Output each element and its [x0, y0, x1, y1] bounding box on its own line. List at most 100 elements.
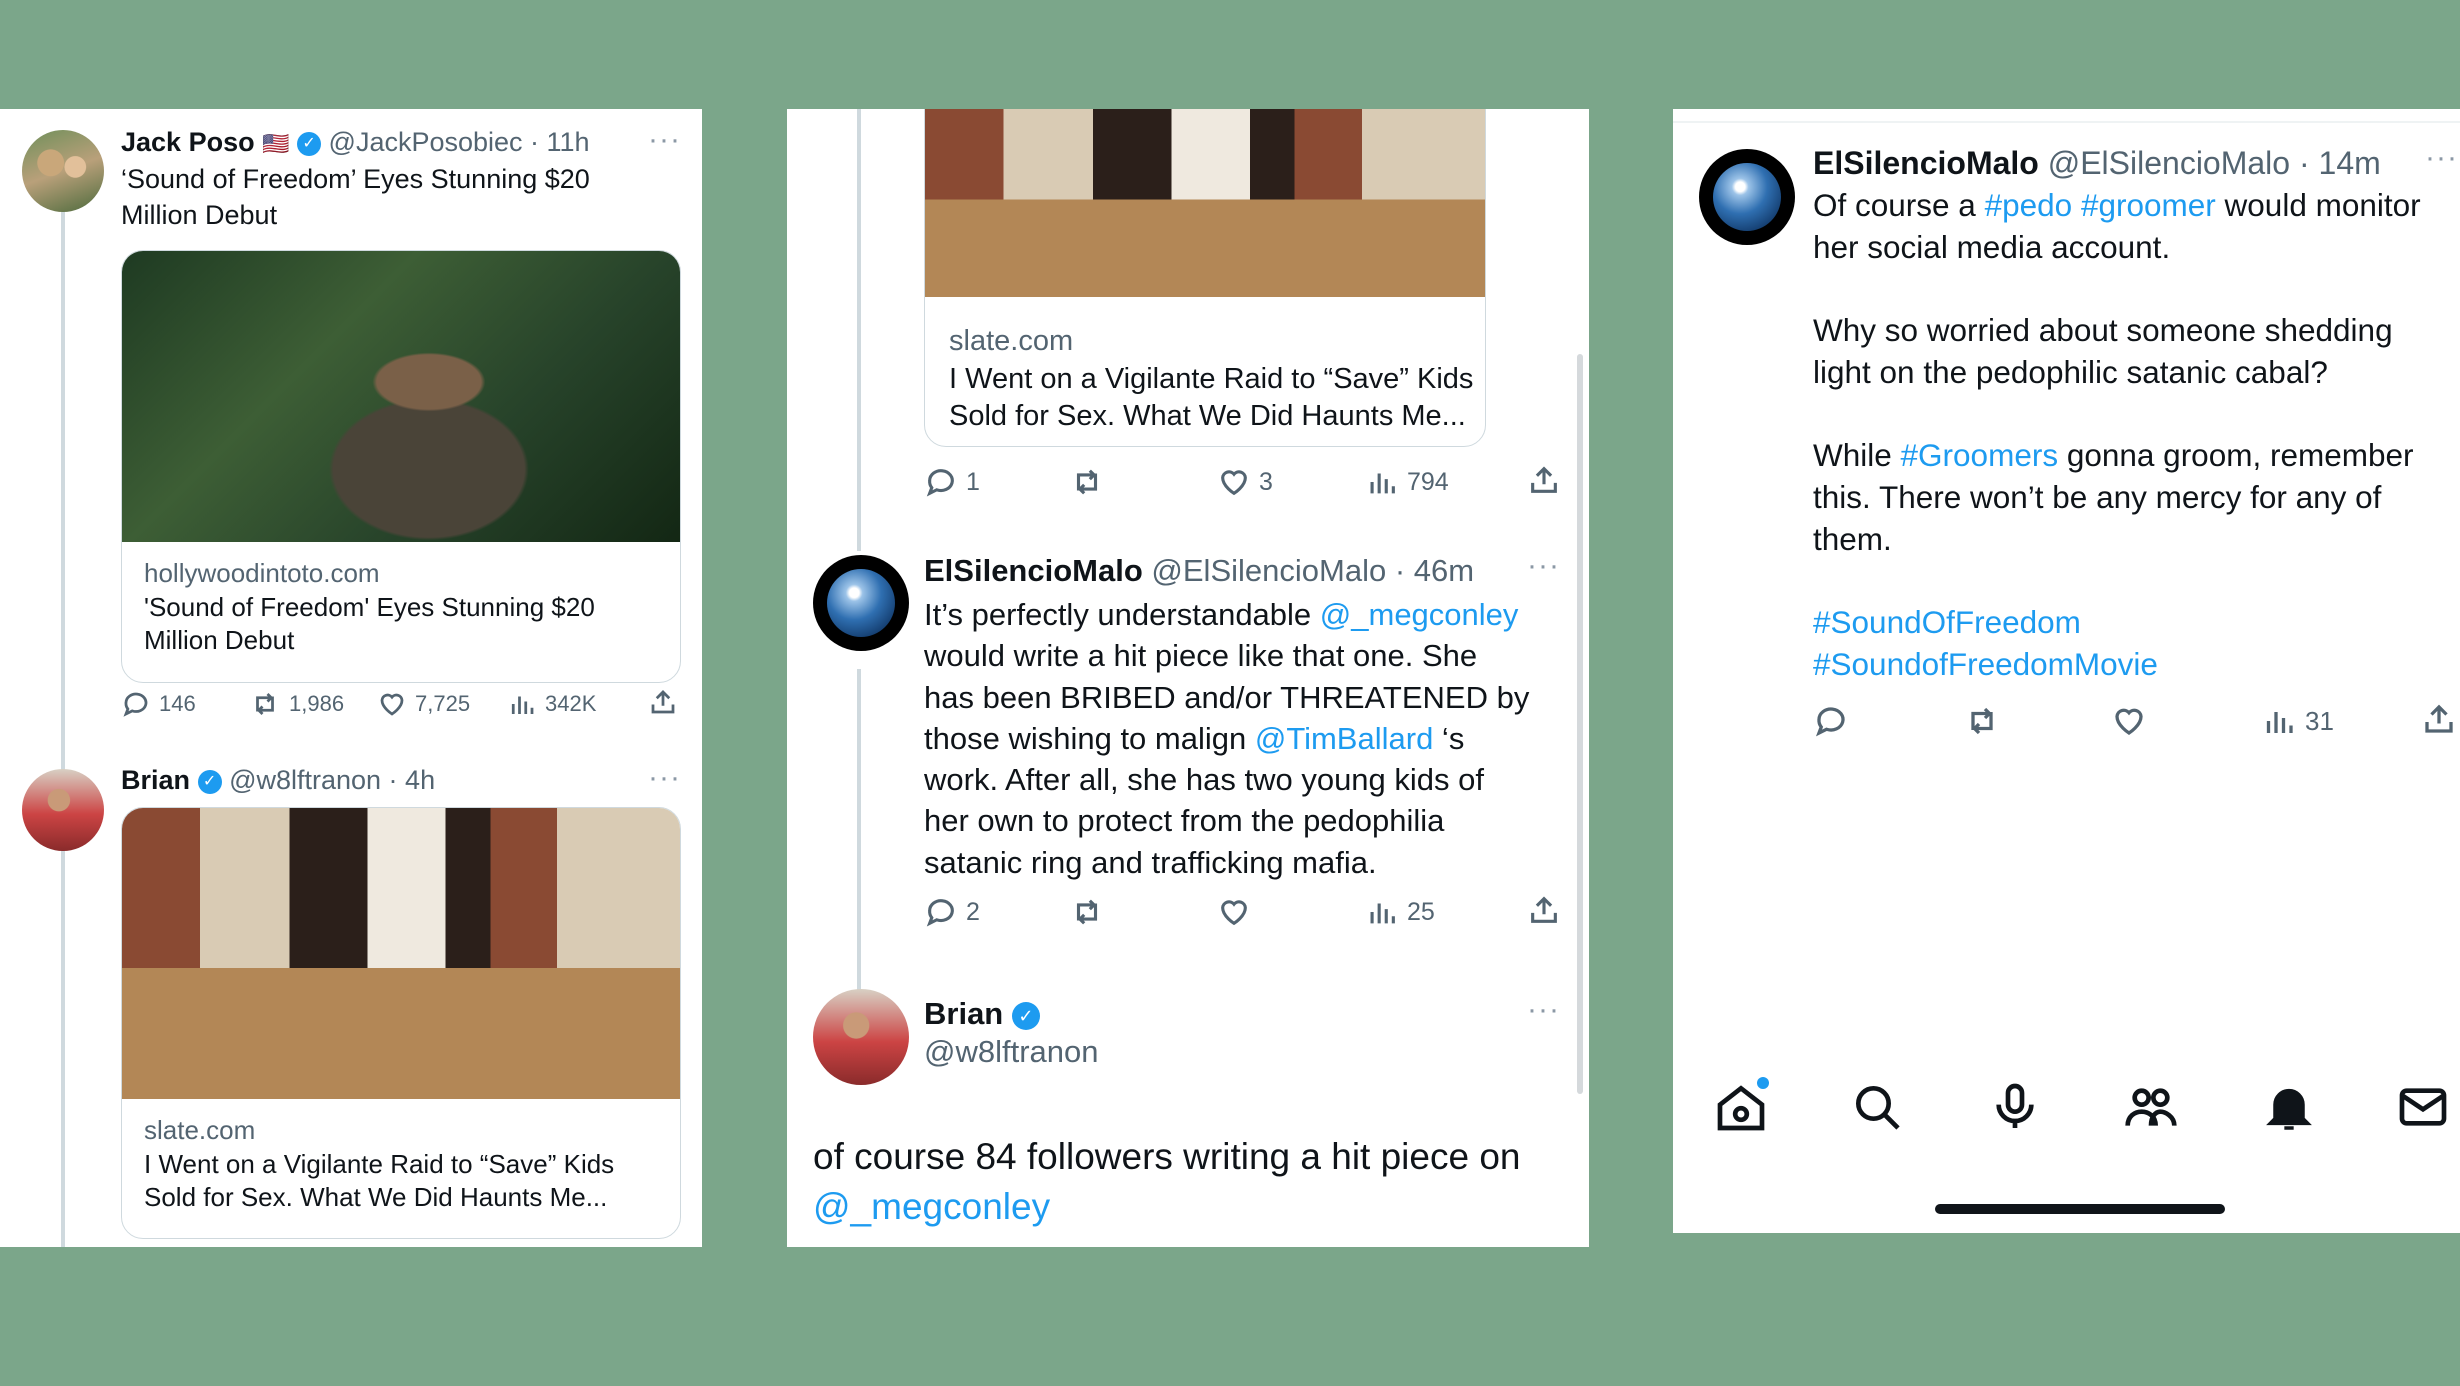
- tweet-time[interactable]: 4h: [405, 765, 435, 795]
- card-image: [925, 109, 1485, 297]
- earth-icon: [1713, 163, 1781, 231]
- views-button[interactable]: 31: [2261, 703, 2334, 739]
- reply-icon: [1815, 707, 1845, 737]
- author-handle[interactable]: @ElSilencioMalo: [1151, 553, 1386, 588]
- reply-icon: [926, 469, 954, 497]
- card-title: Sold for Sex. What We Did Haunts Me...: [144, 1182, 608, 1212]
- mention-link[interactable]: @_megconley: [1320, 597, 1519, 632]
- mail-icon: [2399, 1088, 2447, 1126]
- author-handle[interactable]: @ElSilencioMalo: [2048, 145, 2290, 181]
- avatar[interactable]: [22, 130, 104, 212]
- messages-tab[interactable]: [2395, 1079, 2451, 1140]
- author-handle[interactable]: @w8lftranon: [924, 1034, 1099, 1070]
- views-icon: [1370, 903, 1395, 924]
- author-name[interactable]: Brian: [121, 765, 190, 795]
- reply-button[interactable]: 2: [924, 895, 980, 929]
- tweet-text: It’s perfectly understandable @_megconle…: [924, 597, 1530, 880]
- author-name[interactable]: Brian: [924, 996, 1003, 1031]
- views-icon: [511, 696, 534, 714]
- retweet-button[interactable]: [1963, 703, 2001, 739]
- author-handle[interactable]: @w8lftranon: [229, 765, 381, 795]
- more-options-icon[interactable]: ···: [1527, 549, 1560, 583]
- views-button[interactable]: 25: [1365, 895, 1435, 929]
- link-card[interactable]: slate.com I Went on a Vigilante Raid to …: [121, 807, 681, 1239]
- reply-button[interactable]: [1813, 703, 1849, 739]
- avatar[interactable]: [1699, 149, 1795, 245]
- share-icon: [2425, 704, 2453, 733]
- spaces-tab[interactable]: [1987, 1079, 2043, 1140]
- retweet-icon: [256, 693, 274, 715]
- avatar[interactable]: [813, 555, 909, 651]
- share-button[interactable]: [1527, 893, 1561, 927]
- views-button[interactable]: 794: [1365, 465, 1449, 499]
- reply-count: 2: [966, 897, 980, 926]
- author-handle[interactable]: @JackPosobiec: [329, 127, 523, 157]
- tweet-text: Of course a #pedo #groomer would monitor…: [1813, 185, 2421, 685]
- more-options-icon[interactable]: ···: [648, 123, 681, 157]
- share-icon: [1531, 896, 1557, 923]
- like-count: 7,725: [415, 691, 471, 716]
- reply-icon: [123, 692, 148, 717]
- share-button[interactable]: [648, 687, 678, 717]
- like-button[interactable]: [2111, 703, 2147, 739]
- views-icon: [2266, 712, 2293, 733]
- hashtag-link[interactable]: #SoundOfFreedom: [1813, 602, 2421, 644]
- tweet-time[interactable]: 11h: [547, 127, 590, 157]
- views-count: 794: [1407, 467, 1449, 496]
- verified-badge-icon: ✓: [297, 131, 322, 156]
- card-title: I Went on a Vigilante Raid to “Save” Kid…: [144, 1149, 615, 1179]
- retweet-button[interactable]: 1,986: [249, 689, 344, 719]
- card-domain: hollywoodintoto.com: [144, 558, 380, 588]
- earth-icon: [827, 569, 895, 637]
- card-image: [122, 251, 680, 542]
- reply-count: 146: [159, 691, 196, 716]
- like-button[interactable]: [1217, 895, 1251, 929]
- author-name[interactable]: ElSilencioMalo: [1813, 145, 2039, 181]
- like-button[interactable]: 7,725: [377, 689, 470, 719]
- share-button[interactable]: [2421, 701, 2457, 737]
- search-tab[interactable]: [1849, 1079, 1905, 1140]
- heart-icon: [2115, 708, 2143, 735]
- views-button[interactable]: 342K: [507, 689, 596, 719]
- avatar[interactable]: [813, 989, 909, 1085]
- like-button[interactable]: 3: [1217, 465, 1273, 499]
- link-card[interactable]: slate.com I Went on a Vigilante Raid to …: [924, 109, 1486, 447]
- scrollbar[interactable]: [1577, 354, 1583, 1094]
- retweet-button[interactable]: [1069, 465, 1105, 499]
- verified-badge-icon: ✓: [197, 769, 222, 794]
- card-title: 'Sound of Freedom' Eyes Stunning $20: [144, 592, 595, 622]
- more-options-icon[interactable]: ···: [2425, 141, 2458, 175]
- thread-line: [61, 193, 65, 1247]
- mention-link[interactable]: @_megconley: [813, 1186, 1050, 1228]
- home-tab[interactable]: [1713, 1077, 1769, 1140]
- notifications-tab[interactable]: [2261, 1079, 2317, 1140]
- hashtag-link[interactable]: #SoundofFreedomMovie: [1813, 644, 2421, 686]
- reply-button[interactable]: 1: [924, 465, 980, 499]
- tweet-header: ElSilencioMalo @ElSilencioMalo · 46m: [924, 553, 1475, 588]
- avatar[interactable]: [22, 769, 104, 851]
- views-icon: [1370, 473, 1395, 494]
- author-name[interactable]: Jack Poso: [121, 127, 255, 157]
- home-indicator[interactable]: [1935, 1204, 2225, 1214]
- hashtag-link[interactable]: #groomer: [2081, 187, 2216, 223]
- mention-link[interactable]: @TimBallard: [1255, 721, 1433, 756]
- tweet-time[interactable]: 14m: [2319, 145, 2381, 181]
- reply-button[interactable]: 146: [121, 689, 196, 719]
- more-options-icon[interactable]: ···: [648, 761, 681, 795]
- tweet-time[interactable]: 46m: [1414, 553, 1474, 588]
- link-card[interactable]: hollywoodintoto.com 'Sound of Freedom' E…: [121, 250, 681, 683]
- retweet-button[interactable]: [1069, 895, 1105, 929]
- verified-badge-icon: ✓: [1011, 1001, 1040, 1030]
- timeline-panel-left: Jack Poso 🇺🇸 ✓ @JackPosobiec · 11h ··· ‘…: [0, 109, 702, 1247]
- author-name[interactable]: ElSilencioMalo: [924, 553, 1143, 588]
- tweet-detail-panel-right: ElSilencioMalo @ElSilencioMalo · 14m ···…: [1673, 109, 2460, 1233]
- card-domain: slate.com: [949, 325, 1074, 357]
- author-row: Brian ✓: [924, 996, 1040, 1032]
- more-options-icon[interactable]: ···: [1527, 993, 1560, 1027]
- hashtag-link[interactable]: #pedo: [1985, 187, 2073, 223]
- timeline-panel-middle: slate.com I Went on a Vigilante Raid to …: [787, 109, 1589, 1247]
- heart-icon: [1221, 470, 1247, 496]
- communities-tab[interactable]: [2123, 1079, 2179, 1140]
- share-button[interactable]: [1527, 463, 1561, 497]
- hashtag-link[interactable]: #Groomers: [1901, 437, 2059, 473]
